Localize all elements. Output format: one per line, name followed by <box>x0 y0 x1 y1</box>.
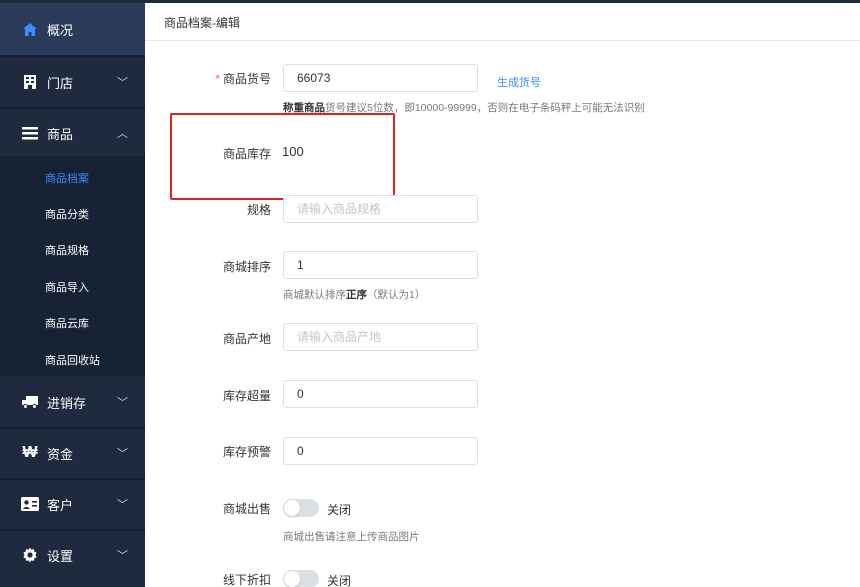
sku-label-text: 商品货号 <box>222 72 271 86</box>
submenu-item-goods-spec[interactable]: 商品规格 <box>45 242 89 258</box>
spec-label: 规格 <box>246 203 271 217</box>
spec-input[interactable]: 请输入商品规格 <box>283 195 478 223</box>
mall-sale-hint: 商城出售请注意上传商品图片 <box>283 531 420 543</box>
chevron-up-icon: ︿ <box>117 128 128 140</box>
currency-icon: ₩ <box>22 444 38 461</box>
mall-sort-input[interactable]: 1 <box>283 251 478 279</box>
offline-discount-label: 线下折扣 <box>222 573 271 587</box>
mall-sort-hint-bold: 正序 <box>346 289 367 301</box>
origin-label: 商品产地 <box>222 332 271 346</box>
mall-sort-hint-post: （默认为1） <box>367 289 426 301</box>
goods-submenu: 商品档案 商品分类 商品规格 商品导入 商品云库 商品回收站 <box>0 156 145 376</box>
gear-icon <box>21 546 39 564</box>
sidebar-item-label: 商品 <box>47 126 74 142</box>
stock-value: 100 <box>282 144 304 159</box>
breadcrumb-text: 商品档案-编辑 <box>164 16 240 30</box>
list-icon <box>21 124 39 142</box>
chevron-down-icon: ﹀ <box>117 77 128 89</box>
truck-icon <box>21 393 39 411</box>
offline-discount-state: 关闭 <box>327 574 352 587</box>
sku-label: * 商品货号 <box>145 70 271 87</box>
sku-input[interactable]: 66073 <box>283 64 478 92</box>
generate-sku-link[interactable]: 生成货号 <box>497 74 541 90</box>
origin-input[interactable]: 请输入商品产地 <box>283 323 478 351</box>
sidebar-item-label: 概况 <box>47 22 74 38</box>
mall-sort-label: 商城排序 <box>222 260 271 274</box>
mall-sale-label: 商城出售 <box>222 502 271 516</box>
sidebar-item-label: 客户 <box>47 497 74 513</box>
mall-sort-hint-pre: 商城默认排序 <box>283 289 346 301</box>
chevron-down-icon: ﹀ <box>117 448 128 460</box>
sidebar-item-inventory[interactable]: 进销存 ﹀ <box>0 377 145 427</box>
sidebar-item-store[interactable]: 门店 ﹀ <box>0 57 145 107</box>
sidebar-item-funds[interactable]: ₩ 资金 ﹀ <box>0 428 145 478</box>
submenu-item-goods-cloud[interactable]: 商品云库 <box>45 315 89 331</box>
mall-sort-hint: 商城默认排序正序（默认为1） <box>283 287 425 302</box>
sidebar-item-goods[interactable]: 商品 ︿ <box>0 108 145 158</box>
sidebar: 概况 门店 ﹀ 商品 ︿ 商品档案 商品分类 商品规格 商品导入 商品云库 商品… <box>0 3 145 587</box>
stock-label: 商品库存 <box>222 147 271 161</box>
sidebar-item-label: 资金 <box>47 446 74 462</box>
chevron-down-icon: ﹀ <box>117 499 128 511</box>
home-icon <box>21 20 39 38</box>
required-mark: * <box>215 72 220 86</box>
submenu-item-goods-archive[interactable]: 商品档案 <box>45 170 89 186</box>
chevron-down-icon: ﹀ <box>117 550 128 562</box>
sidebar-item-label: 门店 <box>47 75 74 91</box>
submenu-item-goods-import[interactable]: 商品导入 <box>45 279 89 295</box>
stock-warning-label: 库存预警 <box>222 445 271 459</box>
sidebar-item-settings[interactable]: 设置 ﹀ <box>0 530 145 580</box>
contact-card-icon <box>21 495 39 513</box>
overstock-input[interactable]: 0 <box>283 380 478 408</box>
breadcrumb: 商品档案-编辑 <box>145 3 860 41</box>
store-icon <box>21 73 39 91</box>
overstock-label: 库存超量 <box>222 389 271 403</box>
chevron-down-icon: ﹀ <box>117 397 128 409</box>
stock-warning-input[interactable]: 0 <box>283 437 478 465</box>
mall-sale-state: 关闭 <box>327 503 352 517</box>
submenu-item-goods-category[interactable]: 商品分类 <box>45 206 89 222</box>
sidebar-item-label: 设置 <box>47 548 74 564</box>
submenu-item-goods-recycle[interactable]: 商品回收站 <box>45 352 100 368</box>
mall-sale-toggle[interactable] <box>283 499 319 517</box>
sidebar-item-overview[interactable]: 概况 <box>0 3 145 55</box>
offline-discount-toggle[interactable] <box>283 570 319 587</box>
sidebar-item-customer[interactable]: 客户 ﹀ <box>0 479 145 529</box>
sidebar-item-label: 进销存 <box>47 395 87 411</box>
main-content: 商品档案-编辑 * 商品货号 66073 生成货号 称重商品货号建议5位数，即10… <box>145 3 860 587</box>
